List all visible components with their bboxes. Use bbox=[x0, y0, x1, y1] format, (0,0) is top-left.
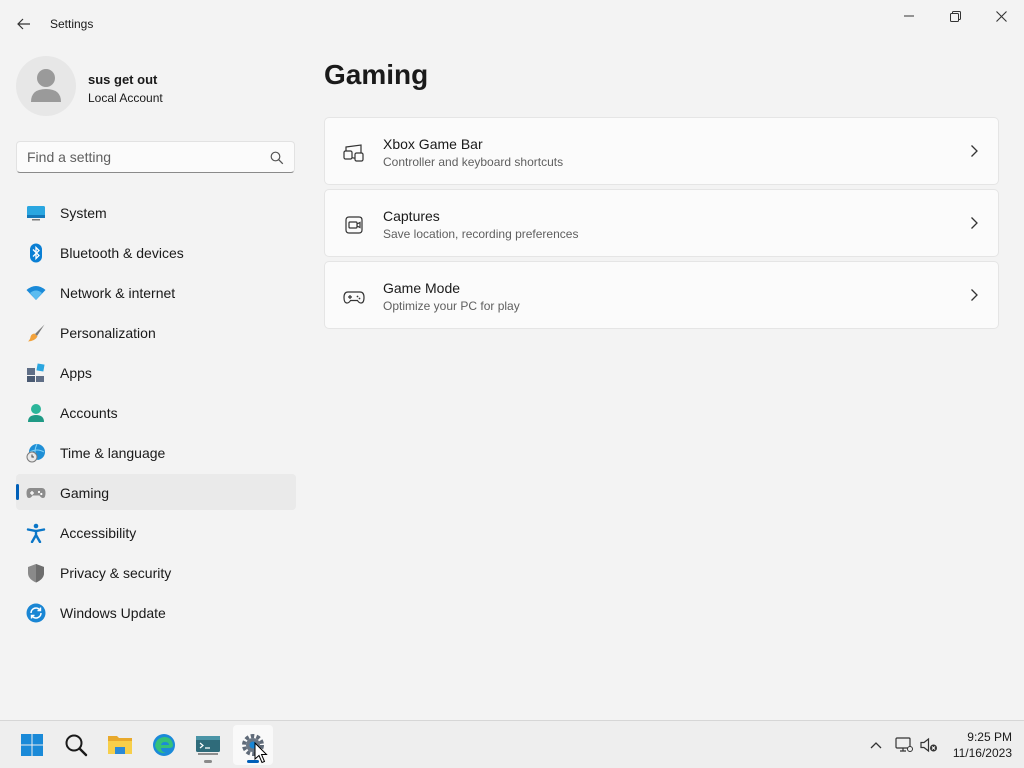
search-icon bbox=[65, 734, 88, 757]
running-indicator bbox=[204, 760, 212, 763]
restore-button[interactable] bbox=[932, 0, 978, 32]
sidebar-item-label: System bbox=[60, 205, 107, 221]
network-tray-button[interactable] bbox=[892, 729, 916, 761]
close-button[interactable] bbox=[978, 0, 1024, 32]
edge-icon bbox=[153, 734, 175, 756]
avatar[interactable] bbox=[16, 56, 76, 116]
user-name: sus get out bbox=[88, 72, 158, 87]
title-bar: Settings bbox=[0, 0, 1024, 48]
sidebar-item-system[interactable]: System bbox=[16, 194, 296, 230]
sidebar-item-privacy-security[interactable]: Privacy & security bbox=[16, 554, 296, 590]
mouse-cursor-icon bbox=[254, 742, 268, 764]
back-arrow-icon bbox=[17, 18, 30, 30]
sidebar-item-label: Time & language bbox=[60, 445, 166, 461]
chevron-right-icon bbox=[971, 289, 978, 301]
maximize-icon bbox=[949, 10, 961, 22]
shield-icon bbox=[28, 564, 44, 583]
terminal-button[interactable] bbox=[188, 725, 228, 765]
clock-time: 9:25 PM bbox=[967, 730, 1012, 744]
system-icon bbox=[27, 206, 45, 221]
sidebar-item-personalization[interactable]: Personalization bbox=[16, 314, 296, 350]
game-mode-card[interactable]: Game Mode Optimize your PC for play bbox=[324, 261, 999, 329]
game-mode-icon bbox=[343, 291, 365, 304]
close-icon bbox=[995, 10, 1007, 22]
sidebar-item-accounts[interactable]: Accounts bbox=[16, 394, 296, 430]
captures-icon bbox=[345, 216, 363, 234]
accounts-icon bbox=[28, 404, 44, 422]
windows-start-icon bbox=[21, 734, 43, 756]
sidebar-nav: System Bluetooth & devices Network & int… bbox=[16, 194, 296, 634]
card-subtitle: Save location, recording preferences bbox=[383, 227, 579, 241]
sidebar-item-label: Personalization bbox=[60, 325, 156, 341]
show-hidden-icons-button[interactable] bbox=[864, 729, 888, 761]
app-title: Settings bbox=[50, 17, 94, 31]
sidebar-item-label: Accessibility bbox=[60, 525, 137, 541]
sidebar-item-network[interactable]: Network & internet bbox=[16, 274, 296, 310]
person-icon bbox=[31, 69, 61, 102]
clock-date: 11/16/2023 bbox=[952, 746, 1012, 760]
sidebar-item-apps[interactable]: Apps bbox=[16, 354, 296, 390]
brush-icon bbox=[28, 324, 45, 342]
account-type: Local Account bbox=[88, 91, 163, 105]
chevron-up-icon bbox=[870, 742, 882, 749]
card-title: Xbox Game Bar bbox=[383, 136, 483, 152]
minimize-icon bbox=[904, 15, 914, 17]
card-subtitle: Controller and keyboard shortcuts bbox=[383, 155, 564, 169]
file-explorer-icon bbox=[108, 736, 132, 754]
sidebar-item-label: Apps bbox=[60, 365, 92, 381]
apps-icon bbox=[27, 363, 45, 382]
sidebar-item-label: Accounts bbox=[60, 405, 118, 421]
taskbar-search-button[interactable] bbox=[56, 725, 96, 765]
accessibility-icon bbox=[26, 523, 46, 543]
minimize-button[interactable] bbox=[886, 0, 932, 32]
chevron-right-icon bbox=[971, 217, 978, 229]
page-title: Gaming bbox=[324, 59, 429, 90]
card-subtitle: Optimize your PC for play bbox=[383, 299, 520, 313]
volume-tray-button[interactable] bbox=[917, 729, 941, 761]
back-button[interactable] bbox=[8, 9, 40, 39]
sidebar-item-label: Windows Update bbox=[60, 605, 166, 621]
search-box[interactable] bbox=[16, 141, 295, 173]
sidebar-item-label: Network & internet bbox=[60, 285, 176, 301]
file-explorer-button[interactable] bbox=[100, 725, 140, 765]
gamepad-icon bbox=[26, 488, 46, 498]
sidebar-item-gaming[interactable]: Gaming bbox=[16, 474, 296, 510]
card-title: Game Mode bbox=[383, 280, 461, 296]
time-language-icon bbox=[26, 443, 45, 463]
search-icon[interactable] bbox=[270, 151, 284, 165]
game-bar-icon bbox=[343, 144, 364, 162]
edge-button[interactable] bbox=[144, 725, 184, 765]
terminal-icon bbox=[196, 736, 220, 755]
sidebar-item-label: Bluetooth & devices bbox=[60, 245, 184, 261]
captures-card[interactable]: Captures Save location, recording prefer… bbox=[324, 189, 999, 257]
search-input[interactable] bbox=[27, 148, 267, 166]
wifi-icon bbox=[26, 286, 46, 300]
chevron-right-icon bbox=[971, 145, 978, 157]
bluetooth-icon bbox=[30, 243, 42, 263]
update-icon bbox=[26, 603, 46, 623]
start-button[interactable] bbox=[12, 725, 52, 765]
network-icon bbox=[895, 737, 913, 752]
card-title: Captures bbox=[383, 208, 440, 224]
clock[interactable]: 9:25 PM 11/16/2023 bbox=[946, 729, 1012, 761]
sidebar-item-time-language[interactable]: Time & language bbox=[16, 434, 296, 470]
sidebar-item-bluetooth[interactable]: Bluetooth & devices bbox=[16, 234, 296, 270]
speaker-muted-icon bbox=[920, 737, 937, 753]
sidebar-item-windows-update[interactable]: Windows Update bbox=[16, 594, 296, 630]
sidebar-item-accessibility[interactable]: Accessibility bbox=[16, 514, 296, 550]
xbox-game-bar-card[interactable]: Xbox Game Bar Controller and keyboard sh… bbox=[324, 117, 999, 185]
sidebar-item-label: Privacy & security bbox=[60, 565, 172, 581]
taskbar bbox=[0, 720, 1024, 768]
sidebar-item-label: Gaming bbox=[60, 485, 110, 501]
